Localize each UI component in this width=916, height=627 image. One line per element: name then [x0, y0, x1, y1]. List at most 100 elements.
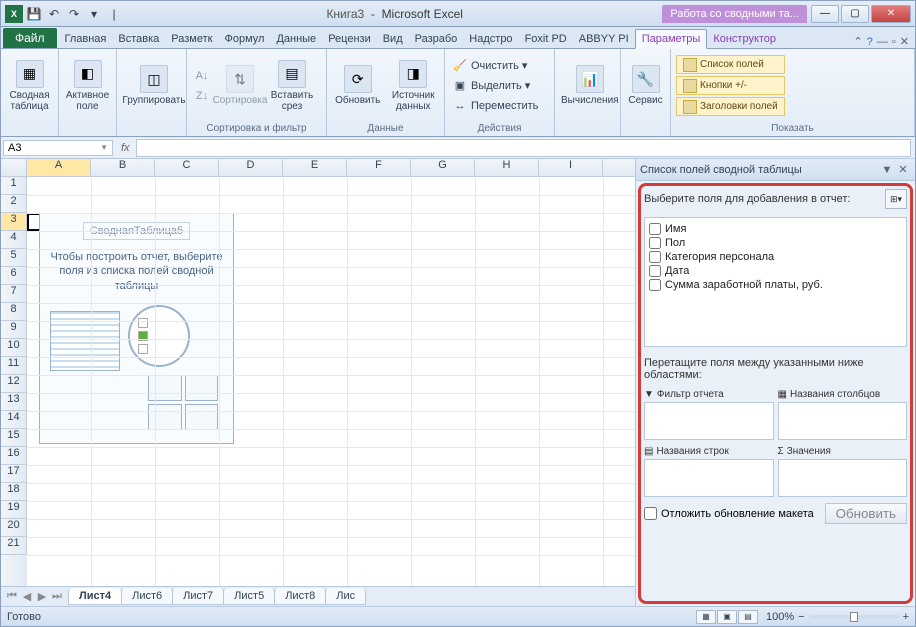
- fieldlist-layout-button[interactable]: ⊞▾: [885, 189, 907, 209]
- close-button[interactable]: ✕: [871, 5, 911, 23]
- tab-pivot-design[interactable]: Конструктор: [707, 30, 782, 48]
- tab-foxit[interactable]: Foxit PD: [519, 30, 573, 48]
- tab-layout[interactable]: Разметк: [165, 30, 218, 48]
- row-header[interactable]: 13: [1, 393, 27, 411]
- row-header[interactable]: 20: [1, 519, 27, 537]
- tab-data[interactable]: Данные: [270, 30, 322, 48]
- row-header[interactable]: 16: [1, 447, 27, 465]
- col-header[interactable]: E: [283, 159, 347, 176]
- maximize-button[interactable]: ▢: [841, 5, 869, 23]
- row-header[interactable]: 7: [1, 285, 27, 303]
- sheet-tab[interactable]: Лис: [325, 588, 366, 605]
- row-header[interactable]: 6: [1, 267, 27, 285]
- col-header[interactable]: A: [27, 159, 91, 176]
- row-header[interactable]: 12: [1, 375, 27, 393]
- row-header[interactable]: 10: [1, 339, 27, 357]
- row-header[interactable]: 5: [1, 249, 27, 267]
- field-checkbox[interactable]: [649, 223, 661, 235]
- tab-addins[interactable]: Надстро: [463, 30, 518, 48]
- row-header[interactable]: 9: [1, 321, 27, 339]
- fieldlist-dropdown-icon[interactable]: ▼: [879, 164, 895, 176]
- zoom-out-button[interactable]: −: [798, 611, 804, 623]
- defer-checkbox[interactable]: [644, 507, 657, 520]
- zoom-level[interactable]: 100%: [766, 611, 794, 623]
- col-header[interactable]: B: [91, 159, 155, 176]
- row-header[interactable]: 3: [1, 213, 27, 231]
- row-header[interactable]: 18: [1, 483, 27, 501]
- insert-slicer-button[interactable]: ▤Вставить срез: [267, 58, 317, 114]
- minimize-ribbon-icon[interactable]: ⌃: [854, 35, 863, 48]
- help-icon[interactable]: ?: [867, 36, 873, 48]
- refresh-button[interactable]: ⟳Обновить: [331, 63, 385, 108]
- sheet-nav[interactable]: ⏮◀▶⏭: [1, 590, 68, 603]
- field-item[interactable]: Дата: [649, 264, 902, 278]
- move-button[interactable]: ↔Переместить: [449, 96, 541, 116]
- field-item[interactable]: Пол: [649, 236, 902, 250]
- tab-pivot-options[interactable]: Параметры: [635, 29, 708, 49]
- mdi-close-icon[interactable]: ✕: [900, 35, 909, 48]
- zoom-slider[interactable]: [809, 615, 899, 619]
- col-header[interactable]: G: [411, 159, 475, 176]
- sheet-tab[interactable]: Лист5: [223, 588, 275, 605]
- area-columns[interactable]: ▦Названия столбцов: [778, 387, 908, 440]
- tab-abbyy[interactable]: ABBYY PI: [573, 30, 635, 48]
- view-pagelayout-button[interactable]: ▣: [717, 610, 737, 624]
- row-header[interactable]: 17: [1, 465, 27, 483]
- mdi-restore-icon[interactable]: ▫: [892, 36, 896, 48]
- row-header[interactable]: 11: [1, 357, 27, 375]
- area-values[interactable]: ΣЗначения: [778, 444, 908, 497]
- sort-button[interactable]: ⇅Сортировка: [215, 63, 265, 108]
- update-button[interactable]: Обновить: [825, 503, 907, 524]
- select-button[interactable]: ▣Выделить ▾: [449, 76, 541, 96]
- field-checkbox[interactable]: [649, 237, 661, 249]
- view-pagebreak-button[interactable]: ▤: [738, 610, 758, 624]
- clear-button[interactable]: 🧹Очистить ▾: [449, 56, 541, 76]
- field-item[interactable]: Сумма заработной платы, руб.: [649, 278, 902, 292]
- save-icon[interactable]: 💾: [25, 5, 43, 23]
- field-checkbox[interactable]: [649, 279, 661, 291]
- tab-home[interactable]: Главная: [59, 30, 113, 48]
- name-box[interactable]: A3▼: [3, 140, 113, 156]
- tab-insert[interactable]: Вставка: [112, 30, 165, 48]
- row-header[interactable]: 19: [1, 501, 27, 519]
- pivot-table-button[interactable]: ▦Сводная таблица: [5, 58, 54, 114]
- zoom-in-button[interactable]: +: [903, 611, 909, 623]
- col-header[interactable]: D: [219, 159, 283, 176]
- col-header[interactable]: H: [475, 159, 539, 176]
- field-item[interactable]: Имя: [649, 222, 902, 236]
- area-rows[interactable]: ▤Названия строк: [644, 444, 774, 497]
- area-filter[interactable]: ▼Фильтр отчета: [644, 387, 774, 440]
- tab-view[interactable]: Вид: [377, 30, 409, 48]
- row-header[interactable]: 21: [1, 537, 27, 555]
- tab-developer[interactable]: Разрабо: [409, 30, 464, 48]
- col-header[interactable]: I: [539, 159, 603, 176]
- sort-asc-button[interactable]: A↓: [191, 66, 213, 86]
- mdi-min-icon[interactable]: —: [877, 36, 888, 48]
- row-header[interactable]: 4: [1, 231, 27, 249]
- field-item[interactable]: Категория персонала: [649, 250, 902, 264]
- sheet-tab[interactable]: Лист7: [172, 588, 224, 605]
- group-button[interactable]: ◫Группировать: [121, 63, 187, 108]
- col-header[interactable]: F: [347, 159, 411, 176]
- fx-icon[interactable]: fx: [115, 142, 136, 154]
- fieldlist-toggle[interactable]: Список полей: [676, 55, 785, 74]
- col-header[interactable]: C: [155, 159, 219, 176]
- sheet-tab[interactable]: Лист6: [121, 588, 173, 605]
- qat-more-icon[interactable]: ▾: [85, 5, 103, 23]
- calculations-button[interactable]: 📊Вычисления: [559, 63, 621, 108]
- minimize-button[interactable]: —: [811, 5, 839, 23]
- excel-icon[interactable]: X: [5, 5, 23, 23]
- sort-desc-button[interactable]: Z↓: [191, 86, 213, 106]
- formula-bar[interactable]: [136, 139, 911, 157]
- row-header[interactable]: 1: [1, 177, 27, 195]
- tab-review[interactable]: Рецензи: [322, 30, 377, 48]
- service-button[interactable]: 🔧Сервис: [625, 63, 666, 108]
- undo-icon[interactable]: ↶: [45, 5, 63, 23]
- sheet-tab[interactable]: Лист4: [68, 588, 122, 605]
- row-header[interactable]: 14: [1, 411, 27, 429]
- row-header[interactable]: 8: [1, 303, 27, 321]
- headers-toggle[interactable]: Заголовки полей: [676, 97, 785, 116]
- fieldlist-close-icon[interactable]: ✕: [895, 163, 911, 176]
- field-checkbox[interactable]: [649, 251, 661, 263]
- redo-icon[interactable]: ↷: [65, 5, 83, 23]
